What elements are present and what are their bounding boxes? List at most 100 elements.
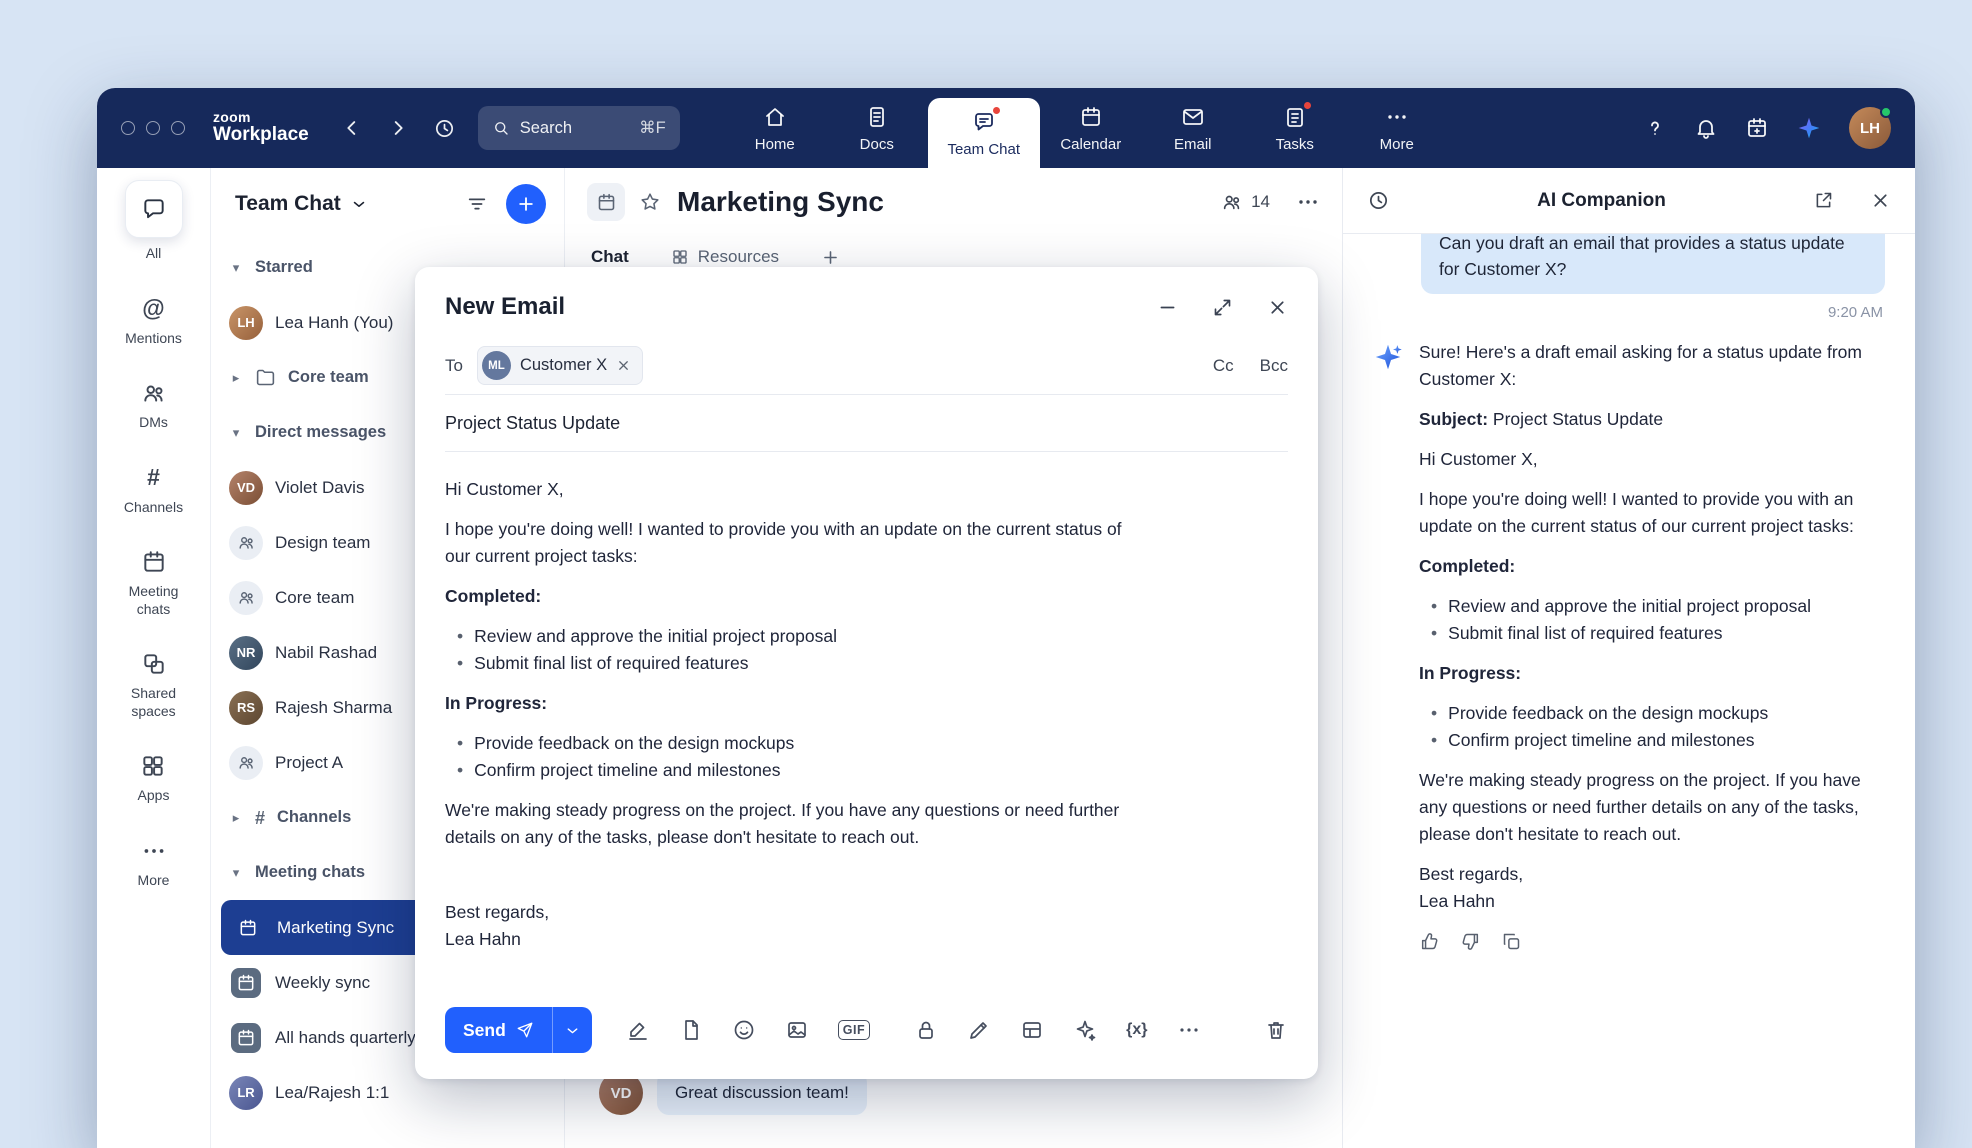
rail-item-meeting-chats[interactable]: Meeting chats — [111, 548, 197, 618]
email-body-editor[interactable]: Hi Customer X, I hope you're doing well!… — [415, 452, 1318, 1007]
layout-button[interactable] — [1020, 1018, 1044, 1042]
rail-item-more[interactable]: More — [138, 837, 170, 890]
forward-button[interactable] — [387, 117, 409, 139]
avatar-initials: LH — [1860, 120, 1880, 137]
rail-item-mentions[interactable]: @ Mentions — [125, 295, 182, 348]
avatar-initials: VD — [237, 480, 255, 495]
nav-tab-calendar[interactable]: Calendar — [1040, 88, 1142, 168]
to-field[interactable]: To ML Customer X Cc Bcc — [445, 337, 1288, 395]
close-button[interactable] — [1267, 297, 1288, 318]
nav-tab-label: Email — [1174, 136, 1212, 153]
rail-item-channels[interactable]: # Channels — [124, 464, 183, 517]
ai-completed-label: Completed: — [1419, 553, 1864, 580]
gif-button[interactable]: GIF — [838, 1020, 870, 1040]
thumbs-down-button[interactable] — [1460, 931, 1481, 952]
discard-draft-button[interactable] — [1264, 1018, 1288, 1042]
ai-history-button[interactable] — [1367, 189, 1390, 212]
ai-greeting: Hi Customer X, — [1419, 446, 1864, 473]
chat-more-button[interactable] — [1296, 190, 1320, 214]
member-count[interactable]: 14 — [1221, 191, 1270, 213]
nav-tab-home[interactable]: Home — [724, 88, 826, 168]
app-body: All @ Mentions DMs # Channels Meeting ch… — [97, 168, 1915, 1148]
section-label: Direct messages — [255, 423, 386, 442]
email-completed-label: Completed: — [445, 583, 1140, 610]
expand-icon — [1212, 297, 1233, 318]
send-button[interactable]: Send — [445, 1007, 552, 1053]
star-button[interactable] — [639, 191, 661, 213]
toolbar-icons: GIF {x} — [626, 1018, 1201, 1042]
ai-popout-button[interactable] — [1813, 190, 1834, 211]
ai-close-button[interactable] — [1870, 190, 1891, 211]
window-close-dot[interactable] — [121, 121, 135, 135]
ai-companion-button[interactable] — [1796, 115, 1822, 141]
meeting-calendar-icon[interactable] — [587, 183, 625, 221]
more-tools-button[interactable] — [1177, 1018, 1201, 1042]
ai-subject-line: Subject: Project Status Update — [1419, 406, 1864, 433]
folder-icon — [255, 367, 276, 388]
chevron-down-icon — [564, 1022, 581, 1039]
back-button[interactable] — [341, 117, 363, 139]
ai-compose-button[interactable] — [1073, 1018, 1097, 1042]
nav-tab-email[interactable]: Email — [1142, 88, 1244, 168]
help-button[interactable] — [1643, 116, 1667, 140]
copy-button[interactable] — [1501, 931, 1522, 952]
user-avatar[interactable]: LH — [1849, 107, 1891, 149]
calendar-date-icon — [1745, 116, 1769, 140]
modal-window-controls — [1157, 297, 1288, 318]
notifications-button[interactable] — [1694, 116, 1718, 140]
window-controls[interactable] — [121, 121, 185, 135]
recipient-chip[interactable]: ML Customer X — [477, 346, 643, 385]
thumbs-up-button[interactable] — [1419, 931, 1440, 952]
rail-label: Mentions — [125, 330, 182, 348]
email-inprogress-label: In Progress: — [445, 690, 1140, 717]
tab-resources[interactable]: Resources — [671, 247, 779, 267]
email-completed-list: •Review and approve the initial project … — [445, 623, 1140, 677]
send-options-button[interactable] — [552, 1007, 592, 1053]
cc-button[interactable]: Cc — [1213, 356, 1234, 376]
tab-chat[interactable]: Chat — [591, 247, 629, 267]
schedule-button[interactable] — [1745, 116, 1769, 140]
expand-button[interactable] — [1212, 297, 1233, 318]
group-icon — [229, 581, 263, 615]
rail-item-dms[interactable]: DMs — [139, 379, 168, 432]
nav-tab-tasks[interactable]: Tasks — [1244, 88, 1346, 168]
signature-button[interactable] — [626, 1018, 650, 1042]
window-zoom-dot[interactable] — [171, 121, 185, 135]
compose-toolbar: Send — [415, 1007, 1318, 1079]
remove-recipient-icon[interactable] — [616, 358, 631, 373]
copy-icon — [1501, 931, 1522, 952]
subject-field[interactable]: Project Status Update — [445, 395, 1288, 452]
ai-body-intro: I hope you're doing well! I wanted to pr… — [1419, 486, 1864, 540]
ai-sparkle-icon — [1796, 115, 1822, 141]
window-minimize-dot[interactable] — [146, 121, 160, 135]
filter-button[interactable] — [466, 193, 488, 215]
insert-image-button[interactable] — [785, 1018, 809, 1042]
bcc-button[interactable]: Bcc — [1260, 356, 1288, 376]
nav-tab-team-chat[interactable]: Team Chat — [928, 98, 1040, 168]
encrypt-button[interactable] — [914, 1018, 938, 1042]
avatar-initials: VD — [611, 1085, 632, 1102]
ellipsis-icon — [141, 837, 167, 865]
new-chat-button[interactable] — [506, 184, 546, 224]
minimize-button[interactable] — [1157, 297, 1178, 318]
template-button[interactable] — [679, 1018, 703, 1042]
emoji-button[interactable] — [732, 1018, 756, 1042]
edit-button[interactable] — [967, 1018, 991, 1042]
nav-tab-docs[interactable]: Docs — [826, 88, 928, 168]
rail-item-all[interactable]: All — [125, 180, 183, 263]
logo-text-workplace: Workplace — [213, 125, 309, 146]
search-input[interactable]: Search ⌘F — [478, 106, 680, 150]
docs-icon — [865, 104, 889, 130]
history-button[interactable] — [433, 117, 456, 140]
section-label: Core team — [288, 368, 369, 387]
rail-item-apps[interactable]: Apps — [138, 752, 170, 805]
variables-button[interactable]: {x} — [1126, 1021, 1147, 1039]
apps-icon — [140, 752, 166, 780]
chatlist-title-dropdown[interactable]: Team Chat — [235, 192, 368, 216]
nav-tab-label: Calendar — [1060, 136, 1121, 153]
rail-item-shared-spaces[interactable]: Shared spaces — [111, 650, 197, 720]
nav-tab-more[interactable]: More — [1346, 88, 1448, 168]
item-label: Lea/Rajesh 1:1 — [275, 1083, 389, 1103]
minimize-icon — [1157, 297, 1178, 318]
tab-add-button[interactable] — [821, 248, 840, 267]
